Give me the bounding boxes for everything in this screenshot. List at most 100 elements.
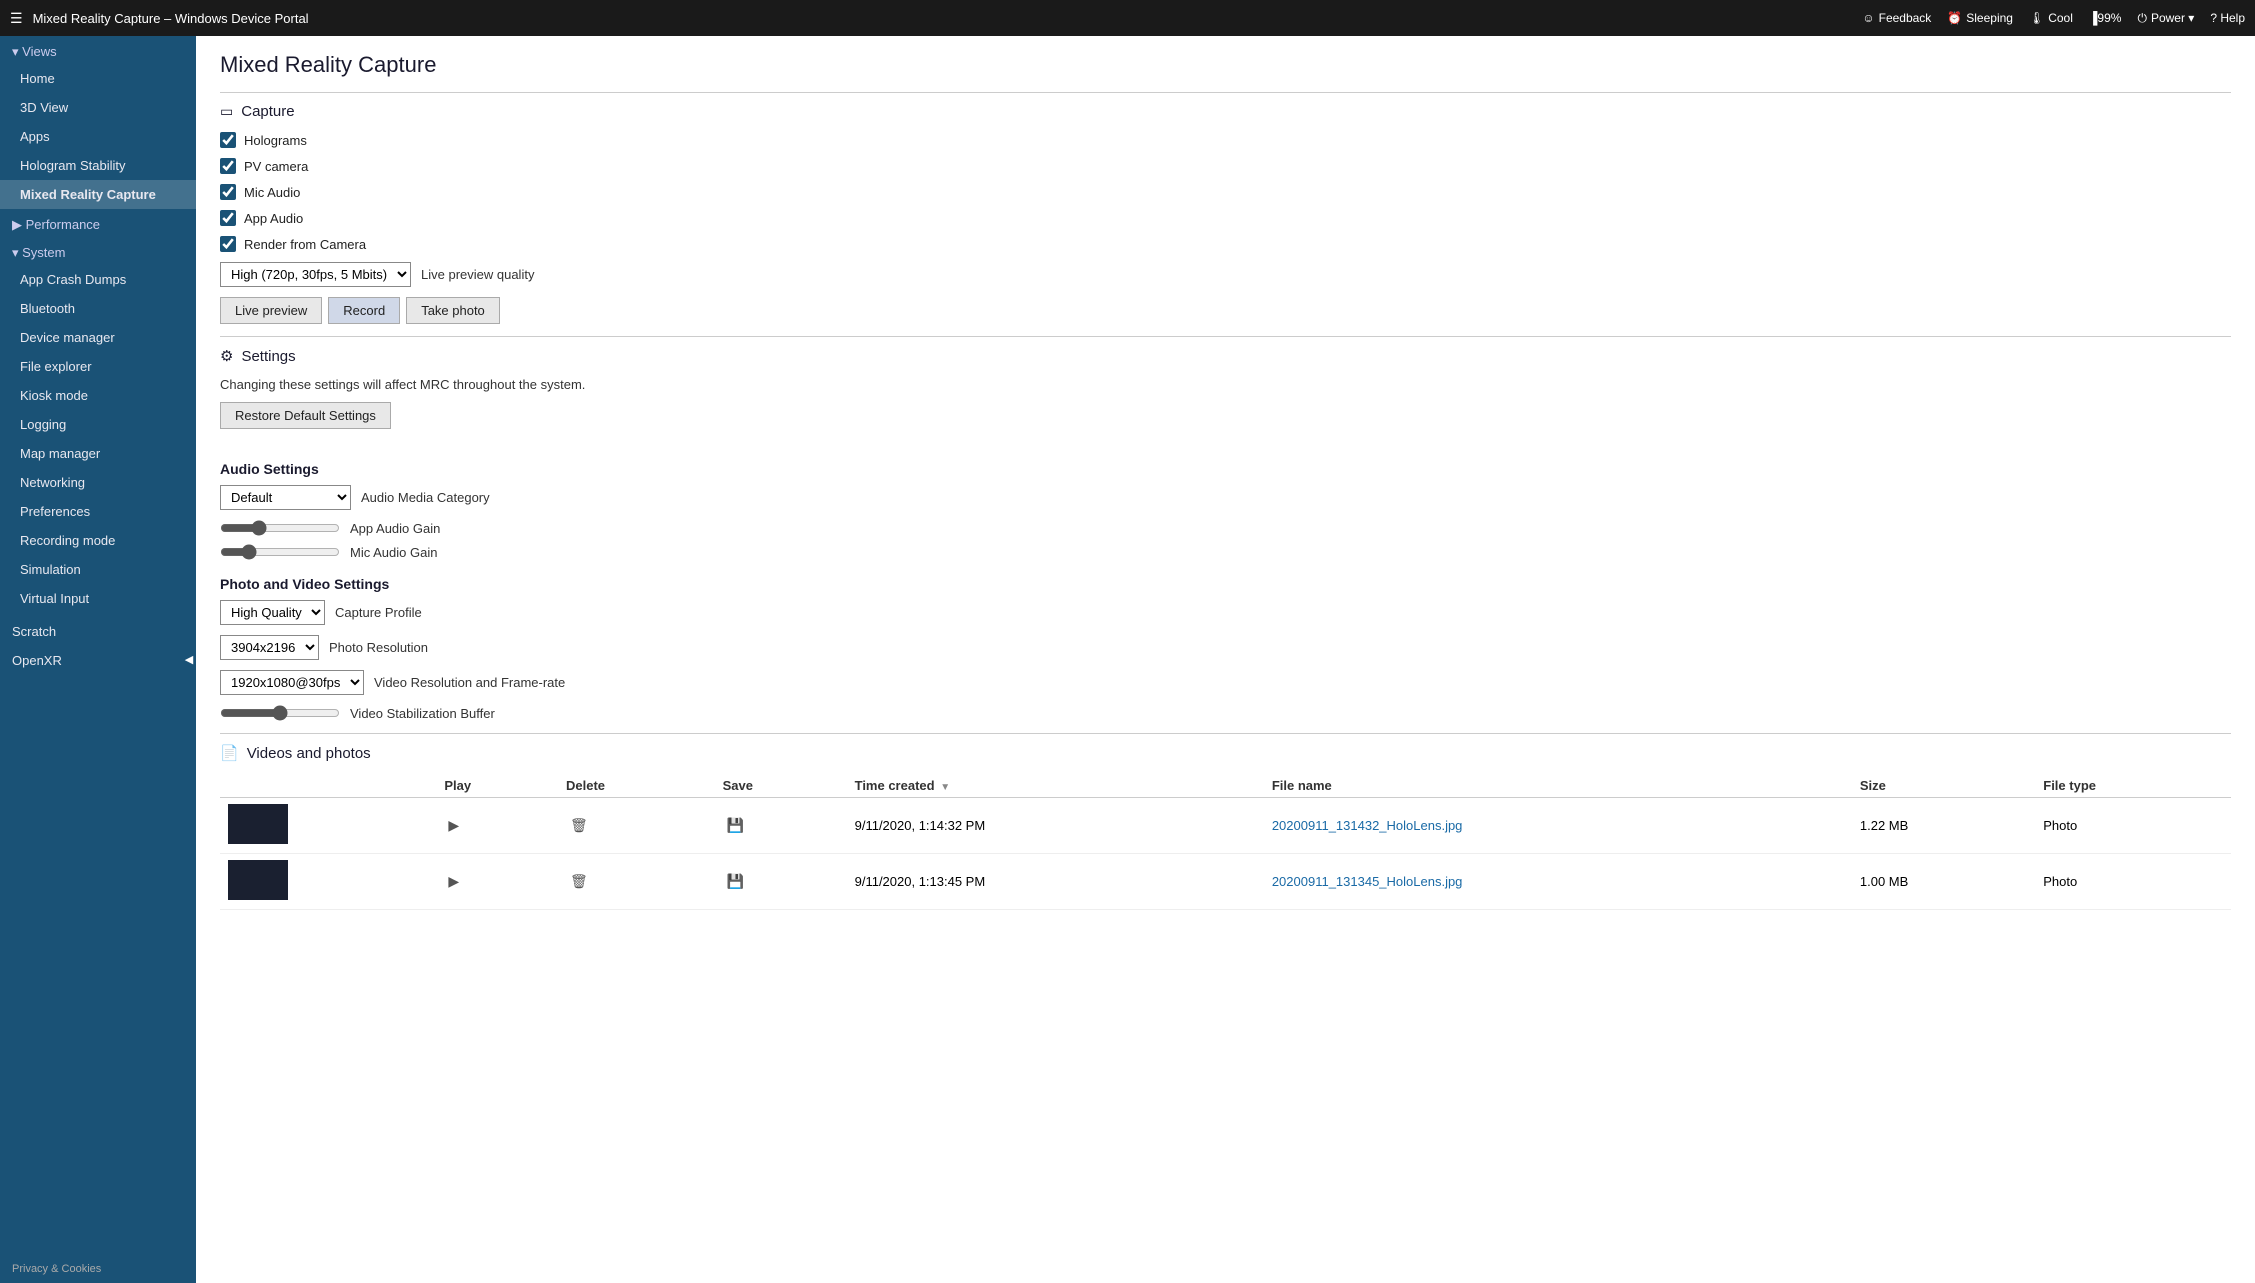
checkbox-rendercam[interactable]: [220, 236, 236, 252]
capture-icon: ▭: [220, 103, 233, 120]
checkbox-appaudio-label: App Audio: [244, 211, 303, 226]
app-audio-gain-row: App Audio Gain: [220, 520, 2231, 536]
checkbox-holograms[interactable]: [220, 132, 236, 148]
col-type: File type: [2035, 774, 2231, 798]
delete-button-1[interactable]: 🗑: [566, 815, 592, 835]
checkbox-pvcamera[interactable]: [220, 158, 236, 174]
save-button-1[interactable]: 💾: [723, 815, 748, 835]
col-play: Play: [436, 774, 558, 798]
sleeping-icon: ⏰: [1947, 11, 1962, 25]
settings-label: Settings: [241, 348, 295, 365]
settings-icon: ⚙: [220, 347, 233, 365]
power-button[interactable]: ⏻ Power ▾: [2137, 11, 2194, 26]
checkbox-rendercam-row: Render from Camera: [220, 236, 2231, 252]
file-size-2: 1.00 MB: [1852, 854, 2035, 910]
battery-status: ▐99%: [2089, 11, 2122, 25]
col-thumbnail: [220, 774, 436, 798]
checkbox-holograms-label: Holograms: [244, 133, 307, 148]
settings-note: Changing these settings will affect MRC …: [220, 377, 2231, 392]
sidebar-item-virtual-input[interactable]: Virtual Input: [0, 584, 196, 613]
photo-video-settings-header: Photo and Video Settings: [220, 576, 2231, 592]
checkbox-appaudio-row: App Audio: [220, 210, 2231, 226]
help-button[interactable]: ? Help: [2210, 11, 2245, 25]
audio-media-category-dropdown[interactable]: Default Communications None: [220, 485, 351, 510]
checkbox-micaudio-row: Mic Audio: [220, 184, 2231, 200]
temperature-status: 🌡 Cool: [2029, 11, 2073, 25]
sidebar-performance-header[interactable]: ▶ Performance: [0, 209, 196, 237]
photo-resolution-label: Photo Resolution: [329, 640, 428, 655]
table-row: ▶ 🗑 💾 9/11/2020, 1:14:32 PM 20200911_131…: [220, 798, 2231, 854]
sidebar-item-home[interactable]: Home: [0, 64, 196, 93]
sidebar-item-scratch[interactable]: Scratch: [0, 617, 196, 646]
checkbox-appaudio[interactable]: [220, 210, 236, 226]
sidebar-item-recording-mode[interactable]: Recording mode: [0, 526, 196, 555]
photo-resolution-dropdown[interactable]: 3904x2196 2272x1278 1920x1080: [220, 635, 319, 660]
capture-profile-label: Capture Profile: [335, 605, 422, 620]
topbar-right: ☺ Feedback ⏰ Sleeping 🌡 Cool ▐99% ⏻ Powe…: [1862, 11, 2245, 26]
col-delete: Delete: [558, 774, 715, 798]
stabilization-slider[interactable]: [220, 705, 340, 721]
play-button-2[interactable]: ▶: [444, 871, 463, 891]
save-button-2[interactable]: 💾: [723, 871, 748, 891]
mic-audio-gain-slider[interactable]: [220, 544, 340, 560]
topbar: ☰ Mixed Reality Capture – Windows Device…: [0, 0, 2255, 36]
sidebar-item-mixed-reality-capture[interactable]: Mixed Reality Capture: [0, 180, 196, 209]
photo-resolution-row: 3904x2196 2272x1278 1920x1080 Photo Reso…: [220, 635, 2231, 660]
stabilization-label: Video Stabilization Buffer: [350, 706, 495, 721]
sidebar-item-map-manager[interactable]: Map manager: [0, 439, 196, 468]
file-thumbnail-1: [220, 798, 436, 854]
col-filename: File name: [1264, 774, 1852, 798]
sidebar-item-kiosk-mode[interactable]: Kiosk mode: [0, 381, 196, 410]
sidebar-item-logging[interactable]: Logging: [0, 410, 196, 439]
quality-label: Live preview quality: [421, 267, 534, 282]
files-icon: 📄: [220, 744, 239, 762]
files-label: Videos and photos: [247, 745, 371, 762]
file-link-2[interactable]: 20200911_131345_HoloLens.jpg: [1272, 874, 1463, 889]
files-section-header: 📄 Videos and photos: [220, 733, 2231, 762]
sidebar-item-preferences[interactable]: Preferences: [0, 497, 196, 526]
restore-defaults-button[interactable]: Restore Default Settings: [220, 402, 391, 429]
app-audio-gain-slider[interactable]: [220, 520, 340, 536]
record-button[interactable]: Record: [328, 297, 400, 324]
audio-settings-header: Audio Settings: [220, 461, 2231, 477]
sleeping-status: ⏰ Sleeping: [1947, 11, 2013, 25]
sidebar-toggle-button[interactable]: ◀: [181, 642, 196, 678]
mic-audio-gain-label: Mic Audio Gain: [350, 545, 437, 560]
file-link-1[interactable]: 20200911_131432_HoloLens.jpg: [1272, 818, 1463, 833]
sidebar-item-apps[interactable]: Apps: [0, 122, 196, 151]
checkbox-holograms-row: Holograms: [220, 132, 2231, 148]
sidebar-item-device-manager[interactable]: Device manager: [0, 323, 196, 352]
sidebar-item-hologram-stability[interactable]: Hologram Stability: [0, 151, 196, 180]
video-resolution-dropdown[interactable]: 1920x1080@30fps 1280x720@30fps 1280x720@…: [220, 670, 364, 695]
settings-section-header: ⚙ Settings: [220, 336, 2231, 365]
delete-button-2[interactable]: 🗑: [566, 871, 592, 891]
content: Mixed Reality Capture ▭ Capture Hologram…: [196, 36, 2255, 1283]
privacy-cookies-footer[interactable]: Privacy & Cookies: [0, 1255, 196, 1283]
sidebar-views-header[interactable]: ▾ Views: [0, 36, 196, 64]
sidebar-item-bluetooth[interactable]: Bluetooth: [0, 294, 196, 323]
col-time[interactable]: Time created ▼: [847, 774, 1264, 798]
checkbox-rendercam-label: Render from Camera: [244, 237, 366, 252]
sidebar-item-networking[interactable]: Networking: [0, 468, 196, 497]
col-save: Save: [715, 774, 847, 798]
hamburger-icon[interactable]: ☰: [10, 10, 23, 27]
temp-icon: 🌡: [2029, 11, 2044, 25]
take-photo-button[interactable]: Take photo: [406, 297, 500, 324]
checkbox-micaudio[interactable]: [220, 184, 236, 200]
quality-dropdown[interactable]: High (720p, 30fps, 5 Mbits) Medium Low: [220, 262, 411, 287]
feedback-button[interactable]: ☺ Feedback: [1862, 11, 1931, 25]
sidebar-item-3dview[interactable]: 3D View: [0, 93, 196, 122]
sidebar-system-header[interactable]: ▾ System: [0, 237, 196, 265]
file-type-2: Photo: [2035, 854, 2231, 910]
sidebar-item-openxr[interactable]: OpenXR: [0, 646, 196, 675]
capture-profile-dropdown[interactable]: High Quality Medium Low: [220, 600, 325, 625]
live-preview-button[interactable]: Live preview: [220, 297, 322, 324]
capture-section-header: ▭ Capture: [220, 92, 2231, 120]
checkbox-pvcamera-row: PV camera: [220, 158, 2231, 174]
file-type-1: Photo: [2035, 798, 2231, 854]
sidebar-item-file-explorer[interactable]: File explorer: [0, 352, 196, 381]
play-button-1[interactable]: ▶: [444, 815, 463, 835]
sidebar-item-simulation[interactable]: Simulation: [0, 555, 196, 584]
sidebar-item-app-crash-dumps[interactable]: App Crash Dumps: [0, 265, 196, 294]
video-resolution-label: Video Resolution and Frame-rate: [374, 675, 565, 690]
